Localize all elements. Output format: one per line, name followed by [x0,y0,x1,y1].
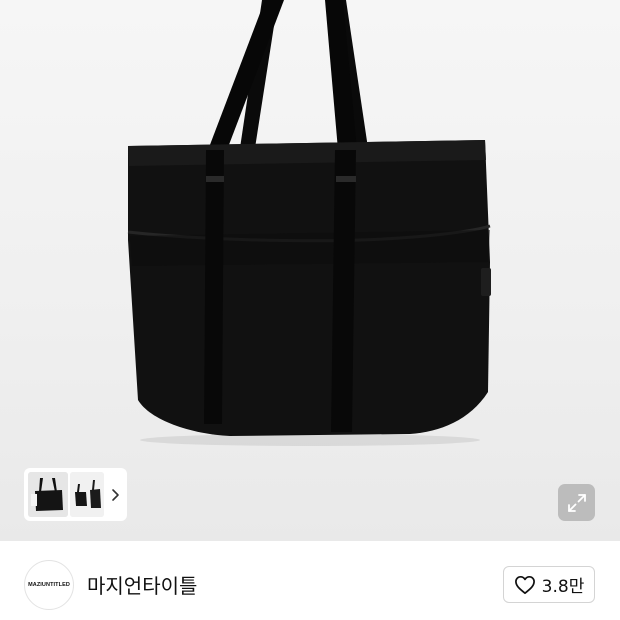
like-count: 3.8만 [541,577,585,597]
thumbnail-1[interactable] [28,472,68,517]
product-image[interactable] [0,0,620,541]
tote-bag-photo [127,0,491,446]
heart-outline-icon [514,575,535,594]
expand-button[interactable] [558,484,595,521]
like-button[interactable]: 3.8만 [503,566,595,603]
expand-icon [567,493,586,512]
chevron-right-icon[interactable] [106,472,123,517]
shop-logo-text: MAZIUNTITLED [28,582,70,588]
shop-name[interactable]: 마지언타이틀 [87,570,197,599]
shop-row: MAZIUNTITLED 마지언타이틀 3.8만 [0,541,620,620]
thumbnail-strip [24,468,127,521]
shop-logo[interactable]: MAZIUNTITLED [24,560,74,610]
thumbnail-2[interactable] [70,472,104,517]
